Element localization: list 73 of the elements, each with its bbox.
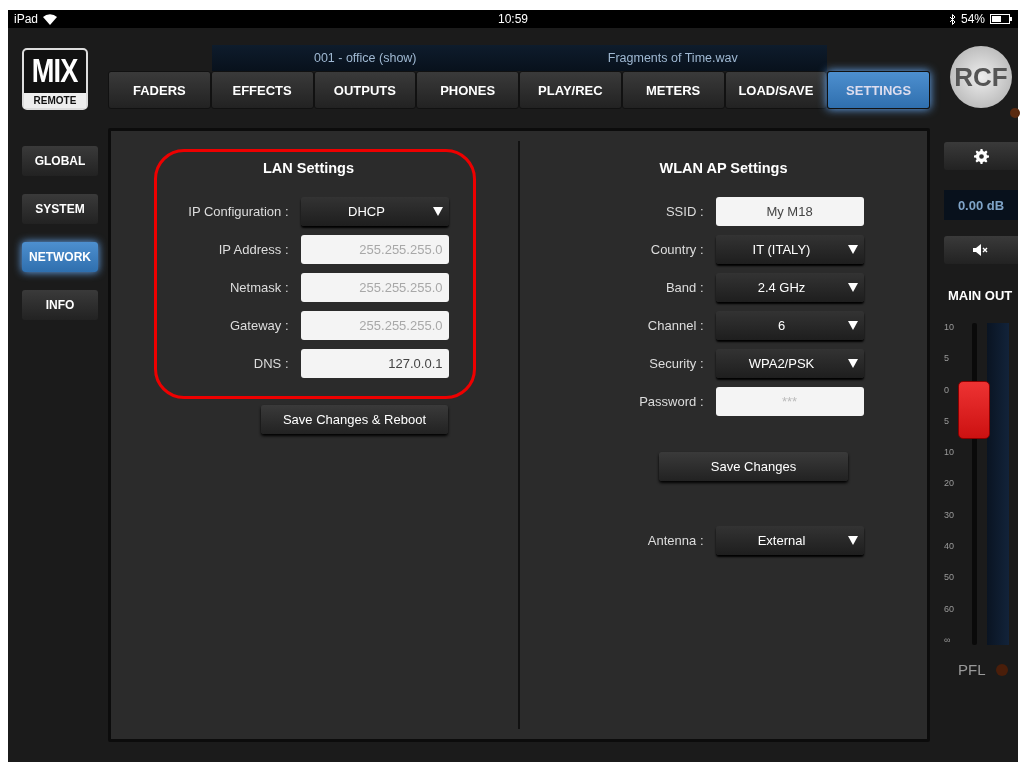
scale-label: 0 — [944, 385, 950, 395]
brand-logo: RCF — [950, 46, 1012, 108]
scale-label: ∞ — [944, 635, 952, 645]
mute-button[interactable] — [944, 236, 1018, 264]
bluetooth-icon — [948, 13, 956, 25]
password-field[interactable]: *** — [715, 386, 864, 416]
field-label: Gateway : — [228, 317, 290, 333]
caret-icon — [847, 244, 858, 254]
logo-text: MIX — [32, 52, 78, 88]
clock: 10:59 — [498, 12, 528, 26]
tab[interactable]: OUTPUTS — [313, 71, 417, 109]
caret-icon — [847, 358, 858, 368]
scale-label: 40 — [944, 542, 955, 552]
scene-name: 001 - office (show) — [312, 50, 418, 67]
dropdown[interactable]: External — [715, 525, 864, 555]
sidebar-item[interactable]: INFO — [22, 290, 98, 320]
caret-icon — [847, 320, 858, 330]
tab[interactable]: PHONES — [416, 71, 519, 109]
field-label: Channel : — [646, 317, 705, 333]
scale-label: 30 — [944, 510, 955, 520]
section-title: LAN Settings — [263, 160, 354, 176]
fader-thumb[interactable] — [958, 380, 990, 439]
dropdown[interactable]: DHCP — [300, 196, 449, 226]
save-reboot-button[interactable]: Save Changes & Reboot — [260, 405, 449, 434]
dropdown[interactable]: 6 — [715, 310, 864, 340]
caret-icon — [847, 282, 858, 292]
input-field[interactable]: 127.0.0.1 — [300, 348, 449, 378]
dropdown[interactable]: 2.4 GHz — [715, 272, 864, 302]
scale-label: 10 — [944, 448, 955, 458]
field-label: Security : — [648, 355, 705, 371]
battery-percent: 54% — [960, 12, 985, 26]
tab[interactable]: PLAY/REC — [519, 71, 622, 109]
sidebar-item[interactable]: GLOBAL — [22, 146, 98, 176]
scale-label: 20 — [944, 479, 955, 489]
sidebar-item[interactable]: SYSTEM — [22, 194, 98, 224]
tab[interactable]: EFFECTS — [210, 71, 314, 109]
muted-speaker-icon — [973, 244, 989, 256]
wifi-icon — [43, 13, 58, 25]
settings-button[interactable] — [944, 142, 1018, 170]
gain-display: 0.00 dB — [944, 190, 1018, 220]
tab[interactable]: FADERS — [108, 71, 211, 109]
field-label: Band : — [664, 279, 705, 295]
scale-label: 5 — [944, 354, 950, 364]
input-field[interactable]: My M18 — [715, 196, 864, 226]
tab[interactable]: LOAD/SAVE — [724, 71, 828, 109]
field-label: SSID : — [664, 203, 705, 219]
field-label: IP Configuration : — [187, 203, 290, 219]
scale-label: 10 — [944, 323, 955, 332]
device-name: iPad — [14, 12, 39, 26]
dropdown[interactable]: IT (ITALY) — [715, 234, 864, 264]
section-title: WLAN AP Settings — [659, 160, 788, 176]
tab[interactable]: METERS — [621, 71, 725, 109]
field-label: Country : — [649, 241, 705, 257]
field-label: DNS : — [252, 355, 290, 371]
caret-icon — [432, 206, 443, 216]
pfl-label: PFL — [958, 661, 986, 678]
battery-icon — [990, 14, 1012, 24]
scale-label: 5 — [944, 416, 950, 426]
file-name: Fragments of Time.wav — [606, 50, 739, 67]
channel-title: MAIN OUT — [948, 288, 1013, 303]
field-label: IP Address : — [217, 241, 290, 257]
scale-label: 60 — [944, 604, 955, 614]
field-label: Antenna : — [646, 532, 705, 548]
logo-subtitle: REMOTE — [24, 93, 86, 108]
caret-icon — [847, 535, 858, 545]
field-label: Netmask : — [229, 279, 290, 295]
gear-icon — [973, 148, 989, 164]
scale-label: 50 — [944, 573, 955, 583]
status-led — [1010, 108, 1020, 118]
dropdown[interactable]: WPA2/PSK — [715, 348, 864, 378]
save-button[interactable]: Save Changes — [658, 452, 849, 481]
field-label: Password : — [638, 393, 705, 409]
sidebar-item[interactable]: NETWORK — [22, 242, 98, 272]
